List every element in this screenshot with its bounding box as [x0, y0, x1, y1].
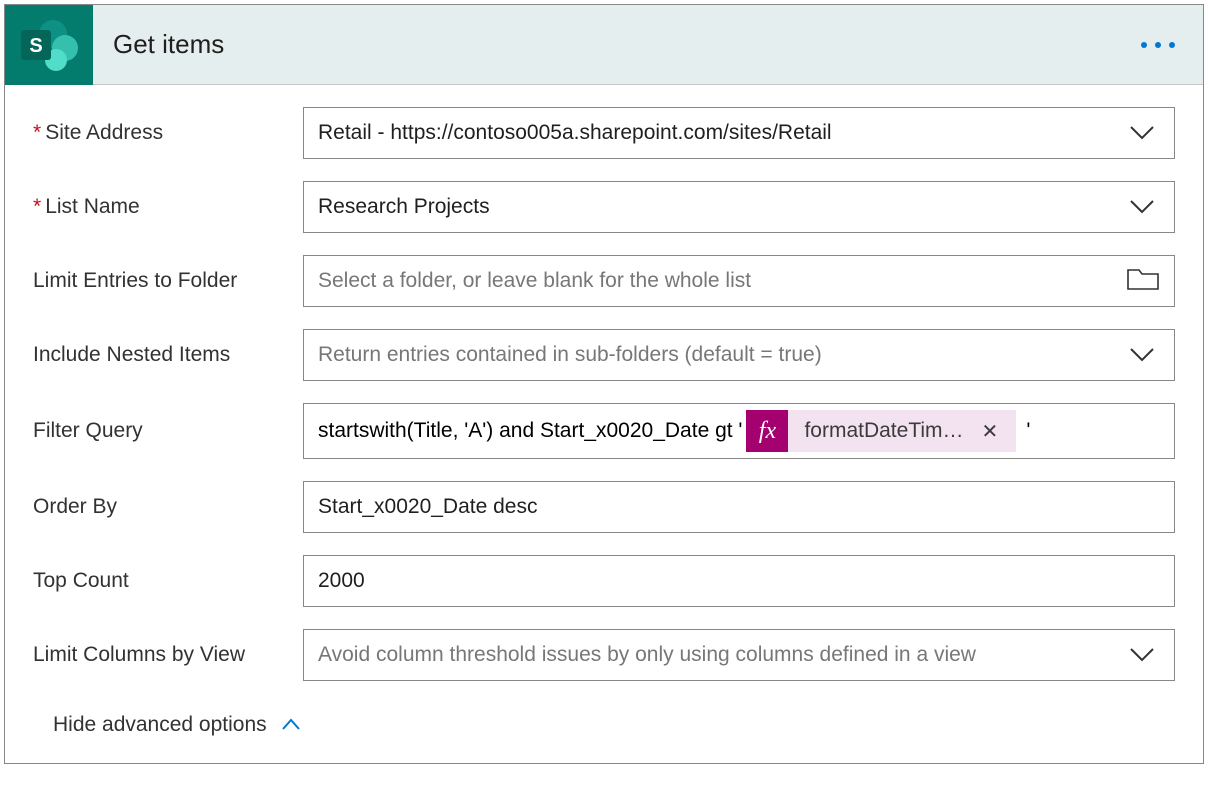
token-remove-button[interactable]: ✕ — [978, 419, 1003, 444]
label-include-nested: Include Nested Items — [33, 343, 303, 367]
sharepoint-icon: S — [5, 5, 93, 85]
row-site-address: Site Address Retail - https://contoso005… — [33, 107, 1175, 159]
limit-columns-placeholder: Avoid column threshold issues by only us… — [318, 643, 1116, 667]
list-name-dropdown[interactable]: Research Projects — [303, 181, 1175, 233]
top-count-input[interactable]: 2000 — [303, 555, 1175, 607]
limit-folder-input[interactable]: Select a folder, or leave blank for the … — [303, 255, 1175, 307]
chevron-down-icon — [1124, 199, 1160, 215]
label-limit-columns: Limit Columns by View — [33, 643, 303, 667]
row-top-count: Top Count 2000 — [33, 555, 1175, 607]
card-body: Site Address Retail - https://contoso005… — [5, 85, 1203, 763]
label-order-by: Order By — [33, 495, 303, 519]
card-header[interactable]: S Get items — [5, 5, 1203, 85]
row-order-by: Order By Start_x0020_Date desc — [33, 481, 1175, 533]
order-by-input[interactable]: Start_x0020_Date desc — [303, 481, 1175, 533]
more-menu-button[interactable] — [1141, 42, 1175, 48]
folder-picker-icon[interactable] — [1126, 265, 1160, 297]
fx-icon: fx — [746, 410, 788, 452]
row-limit-columns: Limit Columns by View Avoid column thres… — [33, 629, 1175, 681]
chevron-up-icon — [281, 713, 301, 737]
row-list-name: List Name Research Projects — [33, 181, 1175, 233]
top-count-value: 2000 — [318, 569, 1160, 593]
label-list-name: List Name — [33, 195, 303, 219]
hide-advanced-options-toggle[interactable]: Hide advanced options — [53, 713, 1175, 737]
filter-query-text-suffix: ' — [1026, 419, 1030, 443]
svg-text:S: S — [29, 35, 42, 57]
filter-query-input[interactable]: startswith(Title, 'A') and Start_x0020_D… — [303, 403, 1175, 459]
row-include-nested: Include Nested Items Return entries cont… — [33, 329, 1175, 381]
filter-query-text-prefix: startswith(Title, 'A') and Start_x0020_D… — [318, 419, 742, 443]
label-site-address: Site Address — [33, 121, 303, 145]
site-address-value: Retail - https://contoso005a.sharepoint.… — [318, 121, 1116, 145]
row-filter-query: Filter Query startswith(Title, 'A') and … — [33, 403, 1175, 459]
chevron-down-icon — [1124, 647, 1160, 663]
include-nested-placeholder: Return entries contained in sub-folders … — [318, 343, 1116, 367]
label-limit-folder: Limit Entries to Folder — [33, 269, 303, 293]
label-filter-query: Filter Query — [33, 419, 303, 443]
label-top-count: Top Count — [33, 569, 303, 593]
limit-folder-placeholder: Select a folder, or leave blank for the … — [318, 269, 1126, 293]
chevron-down-icon — [1124, 347, 1160, 363]
row-limit-folder: Limit Entries to Folder Select a folder,… — [33, 255, 1175, 307]
include-nested-dropdown[interactable]: Return entries contained in sub-folders … — [303, 329, 1175, 381]
expression-token[interactable]: fx formatDateTim… ✕ — [746, 410, 1016, 452]
advanced-toggle-label: Hide advanced options — [53, 713, 267, 737]
limit-columns-dropdown[interactable]: Avoid column threshold issues by only us… — [303, 629, 1175, 681]
card-title: Get items — [113, 29, 224, 60]
order-by-value: Start_x0020_Date desc — [318, 495, 1160, 519]
list-name-value: Research Projects — [318, 195, 1116, 219]
expression-token-label: formatDateTim… — [804, 419, 963, 443]
action-card: S Get items Site Address Retail - https:… — [4, 4, 1204, 764]
site-address-dropdown[interactable]: Retail - https://contoso005a.sharepoint.… — [303, 107, 1175, 159]
chevron-down-icon — [1124, 125, 1160, 141]
